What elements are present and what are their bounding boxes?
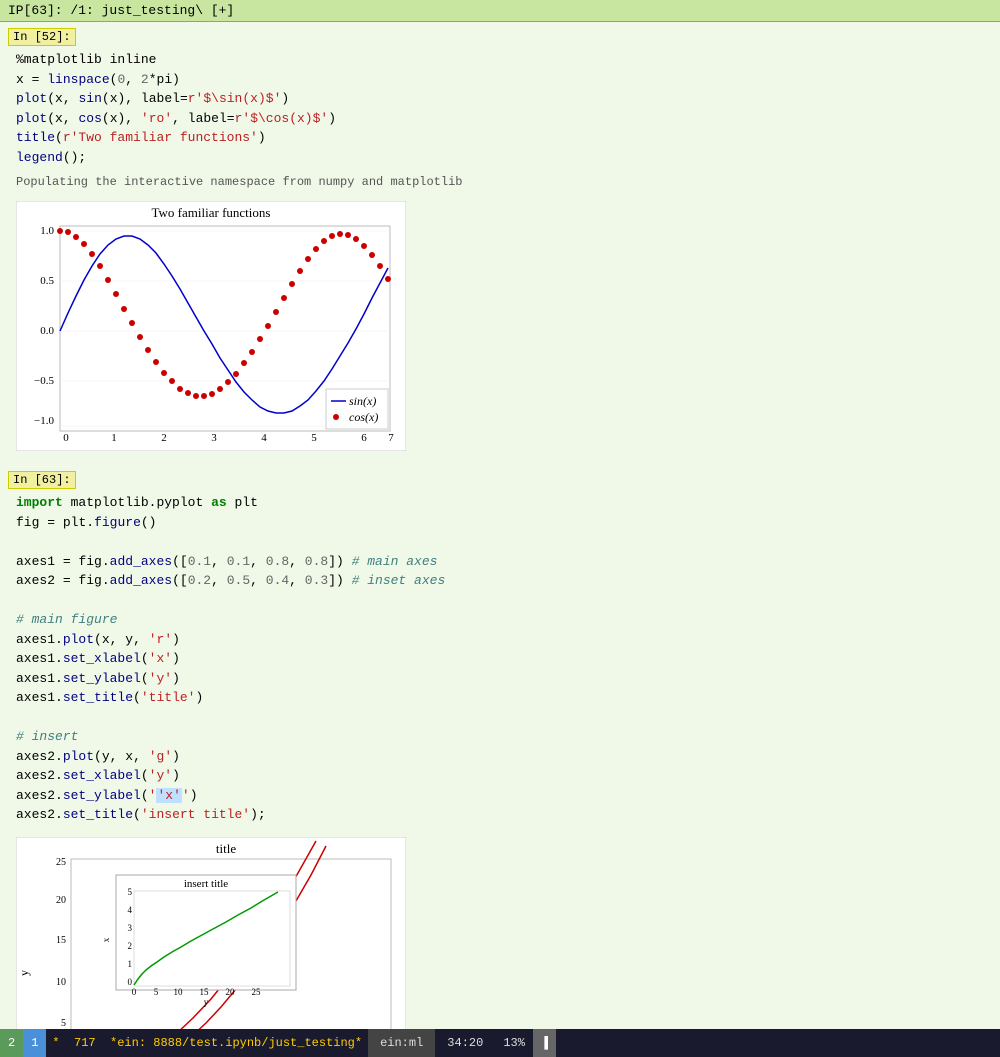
cell-52: In [52]: %matplotlib inline x = linspace… xyxy=(0,22,1000,465)
svg-text:25: 25 xyxy=(252,987,262,997)
chart2-inset-title: insert title xyxy=(184,878,228,890)
cell-63-label[interactable]: In [63]: xyxy=(8,471,76,489)
svg-text:4: 4 xyxy=(261,432,267,444)
title-text: IP[63]: /1: just_testing\ [+] xyxy=(8,3,234,18)
svg-text:5: 5 xyxy=(154,987,159,997)
svg-text:0: 0 xyxy=(128,977,133,987)
svg-text:1: 1 xyxy=(128,959,133,969)
chart2-svg: title y x 25 20 15 10 5 0 0 1 2 3 4 xyxy=(16,837,406,1030)
svg-text:1.0: 1.0 xyxy=(40,225,54,237)
svg-text:x: x xyxy=(101,937,111,942)
cell-52-label[interactable]: In [52]: xyxy=(8,28,76,46)
svg-text:6: 6 xyxy=(361,432,367,444)
chart2-main-ylabel: y xyxy=(17,970,31,976)
svg-text:0: 0 xyxy=(132,987,137,997)
notebook[interactable]: In [52]: %matplotlib inline x = linspace… xyxy=(0,22,1000,1029)
svg-text:y: y xyxy=(204,997,209,1007)
svg-text:20: 20 xyxy=(56,895,66,906)
svg-text:sin(x): sin(x) xyxy=(349,394,376,408)
svg-text:5: 5 xyxy=(61,1018,66,1029)
chart2-container: title y x 25 20 15 10 5 0 0 1 2 3 4 xyxy=(16,837,406,1030)
svg-text:20: 20 xyxy=(226,987,236,997)
chart1-svg: Two familiar functions 1.0 0.5 0.0 −0.5 … xyxy=(16,201,406,451)
status-position: 34:20 xyxy=(435,1036,495,1050)
svg-text:2: 2 xyxy=(128,941,133,951)
chart1-container: Two familiar functions 1.0 0.5 0.0 −0.5 … xyxy=(16,201,406,455)
cell-63: In [63]: import matplotlib.pyplot as plt… xyxy=(0,465,1000,1029)
svg-text:3: 3 xyxy=(211,432,217,444)
svg-text:−0.5: −0.5 xyxy=(34,375,54,387)
svg-text:0: 0 xyxy=(63,432,69,444)
cell-52-code: %matplotlib inline x = linspace(0, 2*pi)… xyxy=(0,48,1000,171)
svg-text:7: 7 xyxy=(388,432,394,444)
status-cell-num2: 2 xyxy=(0,1029,23,1057)
chart2-main-title: title xyxy=(216,841,236,856)
svg-text:15: 15 xyxy=(56,935,66,946)
svg-text:−1.0: −1.0 xyxy=(34,415,54,427)
status-mode: ein:ml xyxy=(368,1029,435,1057)
svg-text:5: 5 xyxy=(128,887,133,897)
svg-text:25: 25 xyxy=(56,857,66,868)
svg-text:0.0: 0.0 xyxy=(40,325,54,337)
cell-52-output: Populating the interactive namespace fro… xyxy=(0,171,1000,193)
status-bar: 2 1 * 717 *ein: 8888/test.ipynb/just_tes… xyxy=(0,1029,1000,1057)
status-modified: * 717 *ein: 8888/test.ipynb/just_testing… xyxy=(46,1036,368,1050)
chart1-title: Two familiar functions xyxy=(152,205,271,220)
status-cell-num: 1 xyxy=(23,1029,46,1057)
svg-text:2: 2 xyxy=(161,432,167,444)
status-scroll: ▐ xyxy=(533,1029,556,1057)
svg-text:0.5: 0.5 xyxy=(40,275,54,287)
svg-text:10: 10 xyxy=(174,987,184,997)
title-bar: IP[63]: /1: just_testing\ [+] xyxy=(0,0,1000,22)
svg-text:4: 4 xyxy=(128,905,133,915)
status-percent: 13% xyxy=(495,1036,533,1050)
svg-text:15: 15 xyxy=(200,987,210,997)
cell-63-code: import matplotlib.pyplot as plt fig = pl… xyxy=(0,491,1000,829)
svg-text:3: 3 xyxy=(128,923,133,933)
svg-text:5: 5 xyxy=(311,432,317,444)
svg-text:10: 10 xyxy=(56,977,66,988)
svg-text:1: 1 xyxy=(111,432,117,444)
svg-text:cos(x): cos(x) xyxy=(349,410,378,424)
